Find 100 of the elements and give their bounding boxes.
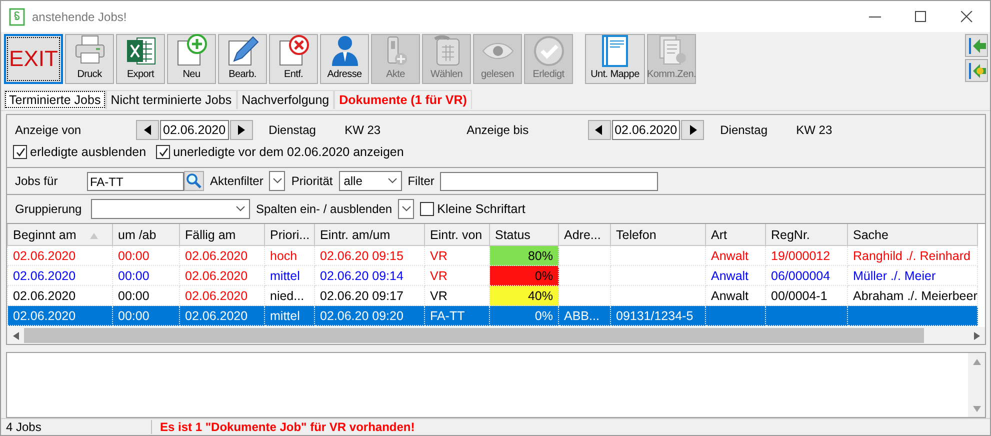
triangle-left-icon: [595, 125, 604, 135]
table-cell: 00:00: [118, 268, 150, 282]
previous-button[interactable]: [136, 120, 159, 140]
tab[interactable]: Nicht terminierte Jobs: [106, 90, 237, 109]
column-header[interactable]: Adre...: [558, 224, 610, 246]
table-cell: 19/000012: [771, 248, 830, 262]
checkbox[interactable]: [420, 202, 434, 216]
column-header[interactable]: RegNr.: [766, 224, 848, 246]
previous-button[interactable]: [588, 120, 611, 140]
table-cell: 02.06.20 09:15: [320, 248, 404, 262]
column-header[interactable]: Sache: [848, 224, 978, 246]
table-cell: 00:00: [118, 248, 150, 262]
week-label: KW 23: [344, 123, 382, 137]
week-label: KW 23: [796, 123, 834, 137]
table-cell: 02.06.2020: [185, 248, 248, 262]
table-row[interactable]: 02.06.2020 00:00 02.06.2020 mittel 02.06.20 09:14 VR 0% Anwalt 06/000004 Müller ./. Meier: [8, 266, 978, 286]
triangle-right-icon: [237, 125, 246, 135]
notes-area[interactable]: [6, 352, 986, 418]
field-label: Anzeige bis: [466, 123, 530, 137]
filter-field[interactable]: [440, 172, 658, 190]
table-cell: Ranghild ./. Reinhard: [853, 248, 970, 262]
table-cell: FA-TT: [430, 308, 465, 322]
status-message: Es ist 1 "Dokumente Job" für VR vorhanden!: [159, 420, 415, 434]
column-header[interactable]: Telefon: [610, 224, 706, 246]
priority-dropdown[interactable]: alle: [338, 171, 402, 191]
status-text: 0%: [534, 268, 553, 282]
table-cell: 02.06.20 09:14: [320, 268, 404, 282]
column-header[interactable]: Priori...: [264, 224, 314, 246]
toolbar-button[interactable]: Neu: [167, 34, 216, 84]
table-cell: Müller ./. Meier: [853, 268, 936, 282]
exit-button[interactable]: EXIT: [4, 34, 63, 84]
table-cell: Abraham ./. Meierbeer: [853, 288, 978, 302]
toolbar-button[interactable]: Unt. Mappe: [585, 34, 645, 84]
checkbox[interactable]: [13, 145, 27, 159]
next-button[interactable]: [681, 120, 704, 140]
checkbox-label: unerledigte vor dem 02.06.2020 anzeigen: [173, 145, 404, 159]
checkbox-label: erledigte ausblenden: [30, 145, 146, 159]
caret-icon: [402, 206, 411, 212]
input-field[interactable]: FA-TT: [87, 172, 184, 190]
job-count: 4 Jobs: [1, 420, 152, 434]
field-label: Filter: [408, 174, 434, 188]
tab[interactable]: Nachverfolgung: [236, 90, 334, 109]
tab[interactable]: Terminierte Jobs: [4, 90, 106, 109]
table-cell: 06/000004: [771, 268, 830, 282]
toolbar-button[interactable]: Bearb.: [218, 34, 267, 84]
dropdown-button[interactable]: [269, 171, 286, 191]
scroll-thumb[interactable]: [24, 328, 924, 343]
weekday-label: Dienstag: [268, 123, 317, 137]
table-cell: ABB...: [564, 308, 600, 322]
horizontal-scrollbar[interactable]: [7, 327, 985, 344]
side-button[interactable]: [965, 59, 988, 82]
caret-icon: [272, 178, 282, 184]
triangle-left-icon: [144, 125, 152, 135]
field-label: Gruppierung: [15, 202, 83, 216]
field-label: Priorität: [291, 174, 333, 188]
table-cell: 02.06.2020: [185, 268, 248, 282]
table-cell: 02.06.20 09:17: [320, 288, 404, 302]
toolbar-button[interactable]: Entf.: [269, 34, 318, 84]
checkbox[interactable]: [156, 145, 170, 159]
field-label: Jobs für: [15, 174, 59, 188]
column-header[interactable]: Status: [490, 224, 558, 246]
side-button[interactable]: [965, 34, 988, 57]
table-cell: Anwalt: [711, 268, 749, 282]
grouping-dropdown[interactable]: [91, 199, 250, 219]
field-label: Aktenfilter: [210, 174, 264, 188]
column-header[interactable]: Beginnt am: [8, 224, 112, 246]
column-header[interactable]: Fällig am: [180, 224, 264, 246]
table-cell: nied...: [270, 288, 304, 302]
table-cell: mittel: [270, 268, 300, 282]
table-cell: 00:00: [118, 288, 150, 302]
column-header[interactable]: Eintr. von: [424, 224, 490, 246]
table-cell: Anwalt: [711, 248, 749, 262]
toolbar-button[interactable]: Druck: [65, 34, 114, 84]
arrow-left-icon: [966, 60, 986, 80]
table-cell: 00:00: [118, 308, 150, 322]
field-label: Spalten ein- / ausblenden: [256, 202, 392, 216]
dropdown-button[interactable]: [398, 199, 414, 219]
date-field[interactable]: 02.06.2020: [612, 120, 680, 140]
column-header[interactable]: um /ab: [112, 224, 180, 246]
window-title: anstehende Jobs!: [32, 10, 127, 24]
tab[interactable]: Dokumente (1 für VR): [334, 90, 472, 109]
search-icon[interactable]: [184, 171, 204, 191]
column-header[interactable]: Art: [706, 224, 766, 246]
table-row[interactable]: 02.06.2020 00:00 02.06.2020 mittel 02.06.20 09:20 FA-TT 0% ABB... 09131/1234-5: [8, 306, 978, 326]
caret-icon: [388, 178, 397, 184]
table-cell: 02.06.2020: [13, 268, 76, 282]
column-header[interactable]: Eintr. am/um: [314, 224, 424, 246]
table-cell: VR: [430, 268, 448, 282]
toolbar-button[interactable]: Export: [116, 34, 165, 84]
date-field[interactable]: 02.06.2020: [160, 120, 229, 140]
weekday-label: Dienstag: [720, 123, 768, 137]
table-cell: 02.06.20 09:20: [320, 308, 404, 322]
table-cell: 00/0004-1: [771, 288, 828, 302]
next-button[interactable]: [230, 120, 253, 140]
checkbox-label: Kleine Schriftart: [437, 202, 526, 216]
table-cell: VR: [430, 288, 448, 302]
toolbar-button[interactable]: Adresse: [320, 34, 369, 84]
table-row[interactable]: 02.06.2020 00:00 02.06.2020 hoch 02.06.20 09:15 VR 80% Anwalt 19/000012 Ranghild ./. Reinhard: [8, 246, 978, 266]
table-cell: VR: [430, 248, 448, 262]
caret-icon: [236, 206, 245, 212]
